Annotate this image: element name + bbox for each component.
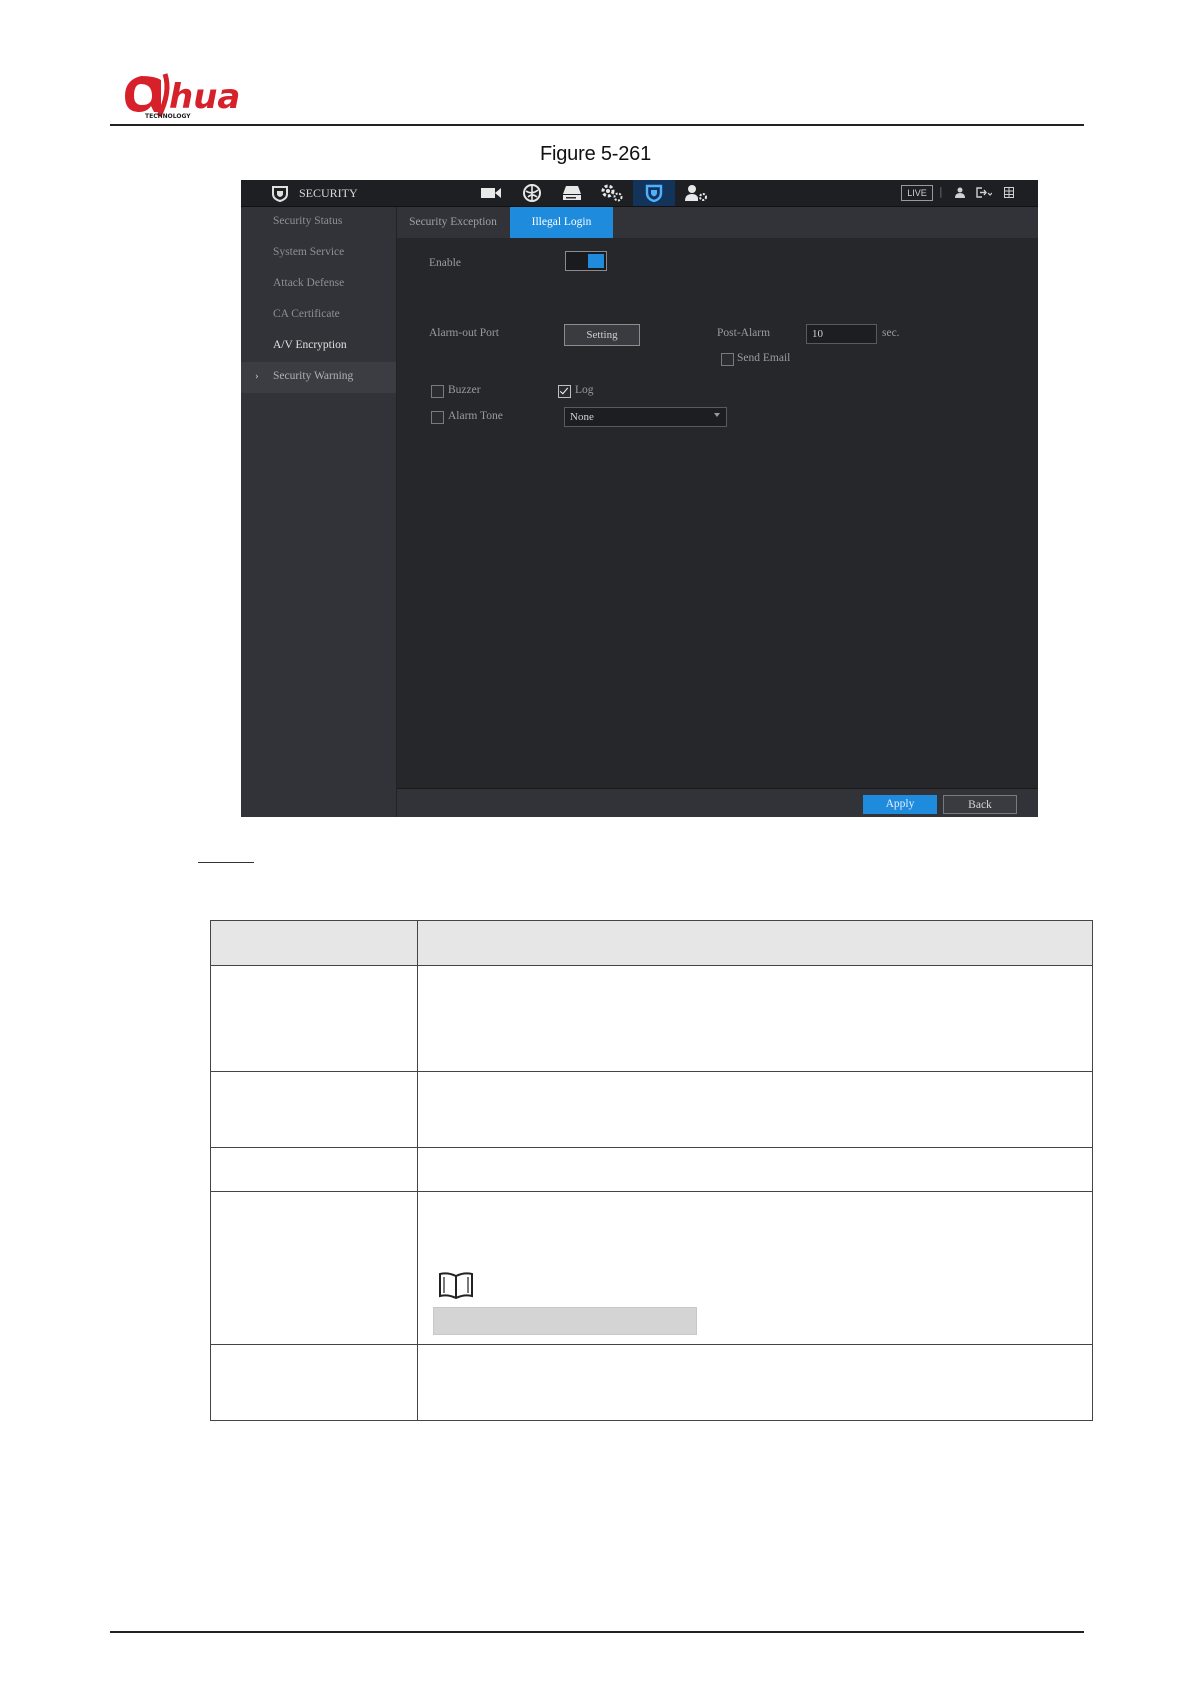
post-alarm-input[interactable]: 10 [806,324,877,344]
footer-rule [110,1631,1084,1633]
footer-bar: Apply Back [397,788,1038,817]
table-header [211,921,1092,966]
sidebar-item-ca-certificate[interactable]: CA Certificate [241,300,396,331]
top-bar: SECURITY LIVE | [241,180,1038,207]
sidebar-item-label: Security Status [273,215,343,227]
enable-toggle[interactable] [565,251,607,271]
setting-button[interactable]: Setting [564,324,640,346]
sidebar-item-label: Security Warning [273,370,354,382]
grid-icon[interactable] [1004,187,1014,198]
sidebar-item-label: Attack Defense [273,277,345,289]
sidebar-item-label: CA Certificate [273,308,340,320]
note-book-icon [439,1272,473,1299]
table-row-divider [211,1147,1092,1148]
settings-panel: Enable Alarm-out Port Setting Post-Alarm… [397,238,1038,788]
buzzer-checkbox[interactable] [431,385,444,398]
live-button[interactable]: LIVE [901,185,933,201]
dahua-logo: hua TECHNOLOGY [121,70,261,120]
security-icon[interactable] [633,180,675,206]
alarm-tone-label: Alarm Tone [448,410,503,422]
post-alarm-label: Post-Alarm [717,327,771,339]
svg-text:hua: hua [169,77,240,117]
note-highlight [433,1307,697,1335]
table-row-divider [211,1071,1092,1072]
log-checkbox[interactable] [558,385,571,398]
alarm-tone-checkbox[interactable] [431,411,444,424]
account-icon[interactable] [683,183,709,203]
sidebar-item-system-service[interactable]: System Service [241,238,396,269]
apply-button[interactable]: Apply [863,795,937,814]
sidebar-item-security-status[interactable]: Security Status [241,207,396,238]
log-label: Log [575,384,594,396]
tab-illegal-login[interactable]: Illegal Login [510,207,613,238]
buzzer-label: Buzzer [448,384,481,396]
network-icon[interactable] [519,183,545,203]
step-underline [198,862,254,863]
sidebar-item-security-warning[interactable]: › Security Warning [241,362,396,393]
window-title: SECURITY [299,186,358,200]
enable-label: Enable [429,257,461,269]
logout-icon[interactable] [976,187,992,198]
tab-bar: Security Exception Illegal Login [397,207,1038,238]
chevron-right-icon: › [255,370,259,382]
sidebar-item-av-encryption[interactable]: A/V Encryption [241,331,396,362]
sidebar-item-label: A/V Encryption [273,339,347,351]
table-column-divider [417,921,418,1420]
divider: | [939,185,943,198]
send-email-checkbox[interactable] [721,353,734,366]
post-alarm-unit: sec. [882,327,900,339]
security-window: SECURITY LIVE | Security Status System S… [241,180,1038,817]
alarm-tone-select[interactable]: None [564,407,727,427]
header-rule [110,124,1084,126]
storage-icon[interactable] [559,183,585,203]
sidebar-item-attack-defense[interactable]: Attack Defense [241,269,396,300]
user-icon[interactable] [955,187,965,198]
parameter-table [210,920,1093,1421]
alarm-out-port-label: Alarm-out Port [429,327,499,339]
settings-icon[interactable] [599,183,625,203]
send-email-label: Send Email [737,352,791,364]
shield-icon [272,186,288,202]
sidebar-item-label: System Service [273,246,345,258]
back-button[interactable]: Back [943,795,1017,814]
sidebar: Security Status System Service Attack De… [241,207,397,817]
figure-caption: Figure 5-261 [540,143,651,165]
alarm-tone-value: None [570,411,594,423]
toggle-knob [588,254,604,268]
tab-security-exception[interactable]: Security Exception [397,207,509,238]
table-row-divider [211,1344,1092,1345]
camera-icon[interactable] [478,183,504,203]
svg-text:TECHNOLOGY: TECHNOLOGY [145,113,191,120]
table-row-divider [211,1191,1092,1192]
chevron-down-icon [714,413,720,417]
